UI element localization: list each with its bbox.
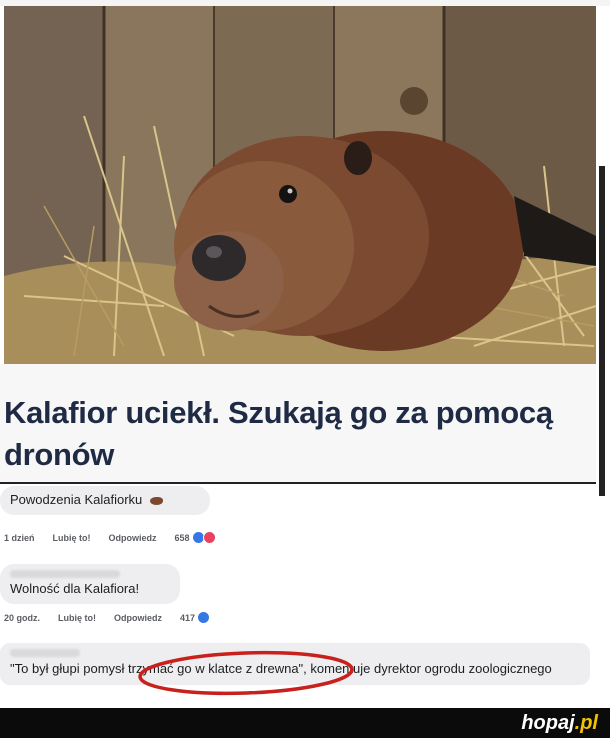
like-link[interactable]: Lubię to! [58, 613, 96, 623]
comment-text: Powodzenia Kalafiorku [10, 492, 143, 507]
reaction-count: 417 [180, 612, 196, 623]
reply-link[interactable]: Odpowiedz [109, 533, 157, 543]
brand-name: hopaj [521, 712, 575, 734]
comment-text: Wolność dla Kalafiora! [10, 581, 140, 596]
blurred-author-name [10, 570, 120, 578]
beaver-photo [4, 6, 596, 364]
love-reaction-icon [202, 531, 216, 544]
comment-bubble: Powodzenia Kalafiorku [0, 486, 210, 515]
reaction-count: 658 [174, 532, 190, 543]
reactions[interactable]: 658 [175, 531, 216, 544]
beaver-emoji-icon [149, 496, 163, 505]
reactions[interactable]: 417 [180, 611, 211, 624]
right-scrollbar [596, 6, 610, 706]
comment-time[interactable]: 20 godz. [4, 613, 40, 623]
brand-tld: .pl [574, 712, 598, 734]
site-logo[interactable]: hopaj.pl [521, 712, 598, 735]
reply-link[interactable]: Odpowiedz [114, 613, 162, 623]
comment-bubble: Wolność dla Kalafiora! [0, 564, 180, 604]
watermark-bar: hopaj.pl [0, 708, 610, 738]
like-reaction-icon [197, 611, 211, 624]
article-headline[interactable]: Kalafior uciekł. Szukają go za pomocą dr… [4, 392, 564, 476]
comment-meta: 1 dzień Lubię to! Odpowiedz 658 [4, 531, 216, 544]
headline-panel: Kalafior uciekł. Szukają go za pomocą dr… [0, 364, 596, 484]
scrollbar-thumb [599, 166, 605, 496]
comment-meta: 20 godz. Lubię to! Odpowiedz 417 [4, 611, 211, 624]
red-highlight-oval [138, 650, 354, 696]
blurred-author-name [10, 649, 80, 657]
like-link[interactable]: Lubię to! [53, 533, 91, 543]
comment-time[interactable]: 1 dzień [4, 533, 35, 543]
